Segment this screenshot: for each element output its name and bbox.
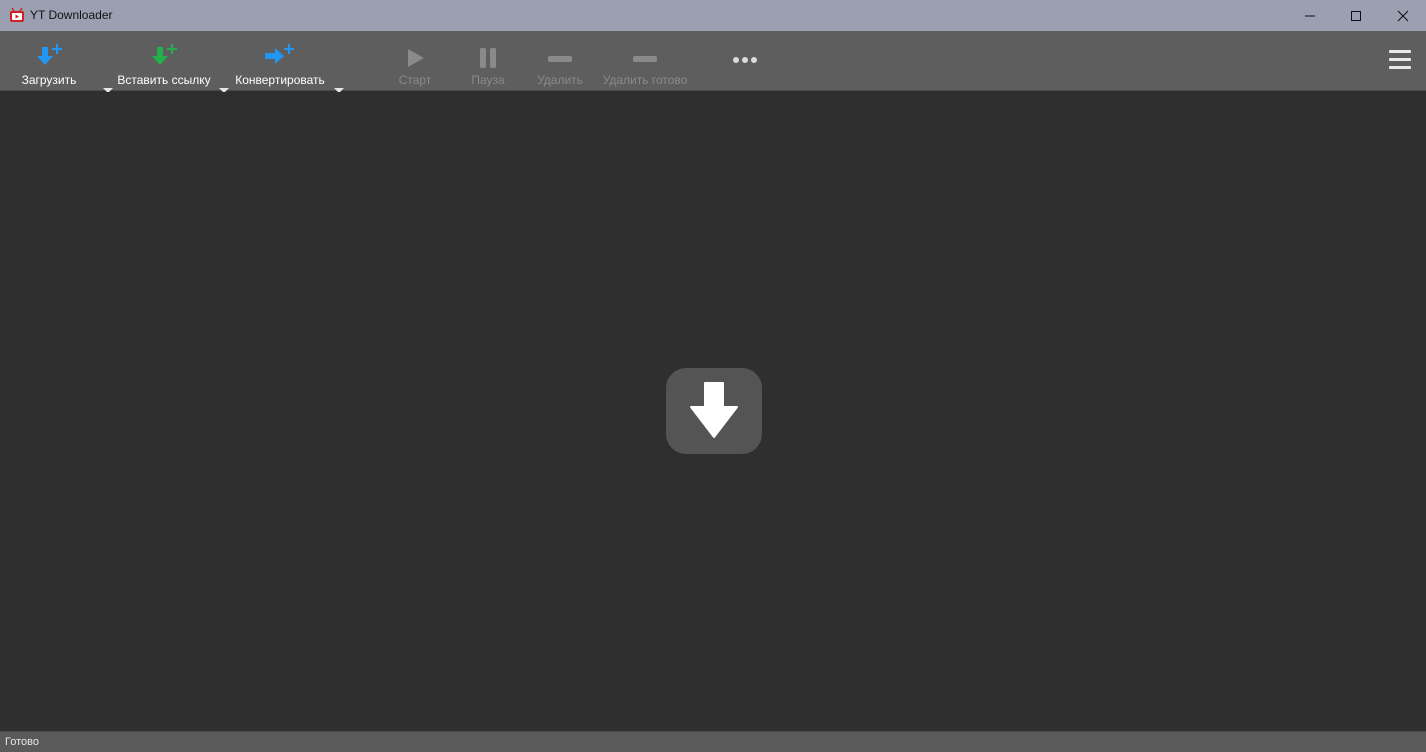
minus-icon bbox=[632, 39, 658, 69]
maximize-button[interactable] bbox=[1333, 0, 1379, 31]
download-list-area[interactable] bbox=[1, 92, 1425, 730]
start-button[interactable]: Старт bbox=[385, 31, 445, 91]
download-label: Загрузить bbox=[21, 73, 77, 87]
paste-link-button[interactable]: Вставить ссылку bbox=[117, 31, 211, 91]
pause-button[interactable]: Пауза bbox=[458, 31, 518, 91]
start-label: Старт bbox=[398, 73, 432, 87]
paste-link-label: Вставить ссылку bbox=[117, 73, 211, 87]
toolbar: Загрузить Вставить ссылку Конвертировать bbox=[0, 31, 1426, 93]
status-bar: Готово bbox=[0, 731, 1426, 752]
hamburger-menu-icon[interactable] bbox=[1389, 50, 1411, 72]
more-dots-icon[interactable] bbox=[733, 57, 757, 63]
download-arrow-icon bbox=[666, 368, 762, 454]
close-icon bbox=[1397, 10, 1409, 21]
minimize-button[interactable] bbox=[1287, 0, 1333, 31]
status-text: Готово bbox=[5, 736, 39, 748]
maximize-icon bbox=[1351, 10, 1361, 21]
delete-done-button[interactable]: Удалить готово bbox=[600, 31, 690, 91]
window-title: YT Downloader bbox=[30, 8, 113, 22]
download-plus-icon bbox=[32, 39, 66, 69]
convert-button[interactable]: Конвертировать bbox=[234, 31, 326, 91]
delete-label: Удалить bbox=[537, 73, 583, 87]
delete-button[interactable]: Удалить bbox=[530, 31, 590, 91]
pause-label: Пауза bbox=[471, 73, 505, 87]
paste-link-plus-icon bbox=[147, 39, 181, 69]
play-icon bbox=[404, 39, 426, 69]
minus-icon bbox=[547, 39, 573, 69]
minimize-icon bbox=[1305, 15, 1315, 16]
download-button[interactable]: Загрузить bbox=[14, 31, 84, 91]
convert-plus-icon bbox=[262, 39, 298, 69]
convert-label: Конвертировать bbox=[235, 73, 325, 87]
close-button[interactable] bbox=[1380, 0, 1426, 31]
pause-icon bbox=[477, 39, 499, 69]
delete-done-label: Удалить готово bbox=[602, 73, 688, 87]
app-icon bbox=[9, 7, 25, 23]
title-bar: YT Downloader bbox=[0, 0, 1426, 31]
